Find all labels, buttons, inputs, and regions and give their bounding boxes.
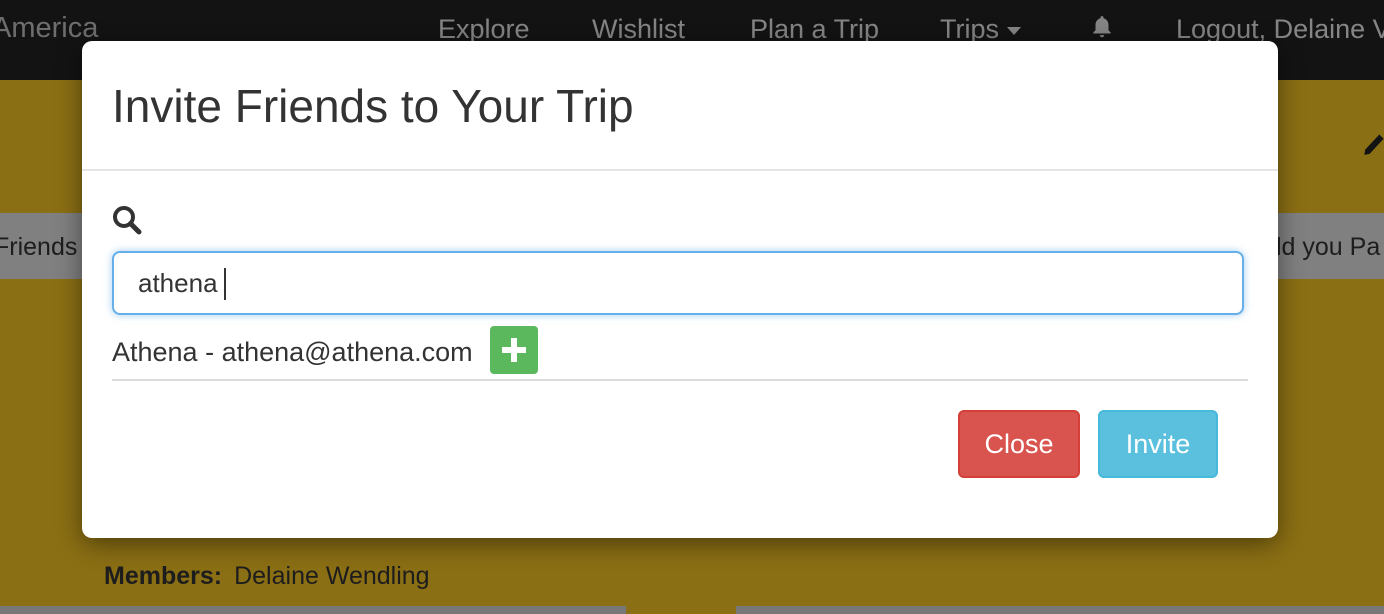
search-result-row: Athena - athena@athena.com [112,325,1248,381]
invite-button[interactable]: Invite [1098,410,1218,478]
modal-title: Invite Friends to Your Trip [112,80,634,132]
search-icon [113,206,142,235]
search-result-text: Athena - athena@athena.com [112,337,473,367]
invite-friends-modal: Invite Friends to Your Trip Athena - ath… [82,41,1278,538]
friend-search-input[interactable] [112,251,1244,315]
modal-header: Invite Friends to Your Trip [82,41,1278,171]
add-friend-button[interactable] [490,326,538,374]
text-cursor [224,268,226,300]
close-button[interactable]: Close [958,410,1080,478]
